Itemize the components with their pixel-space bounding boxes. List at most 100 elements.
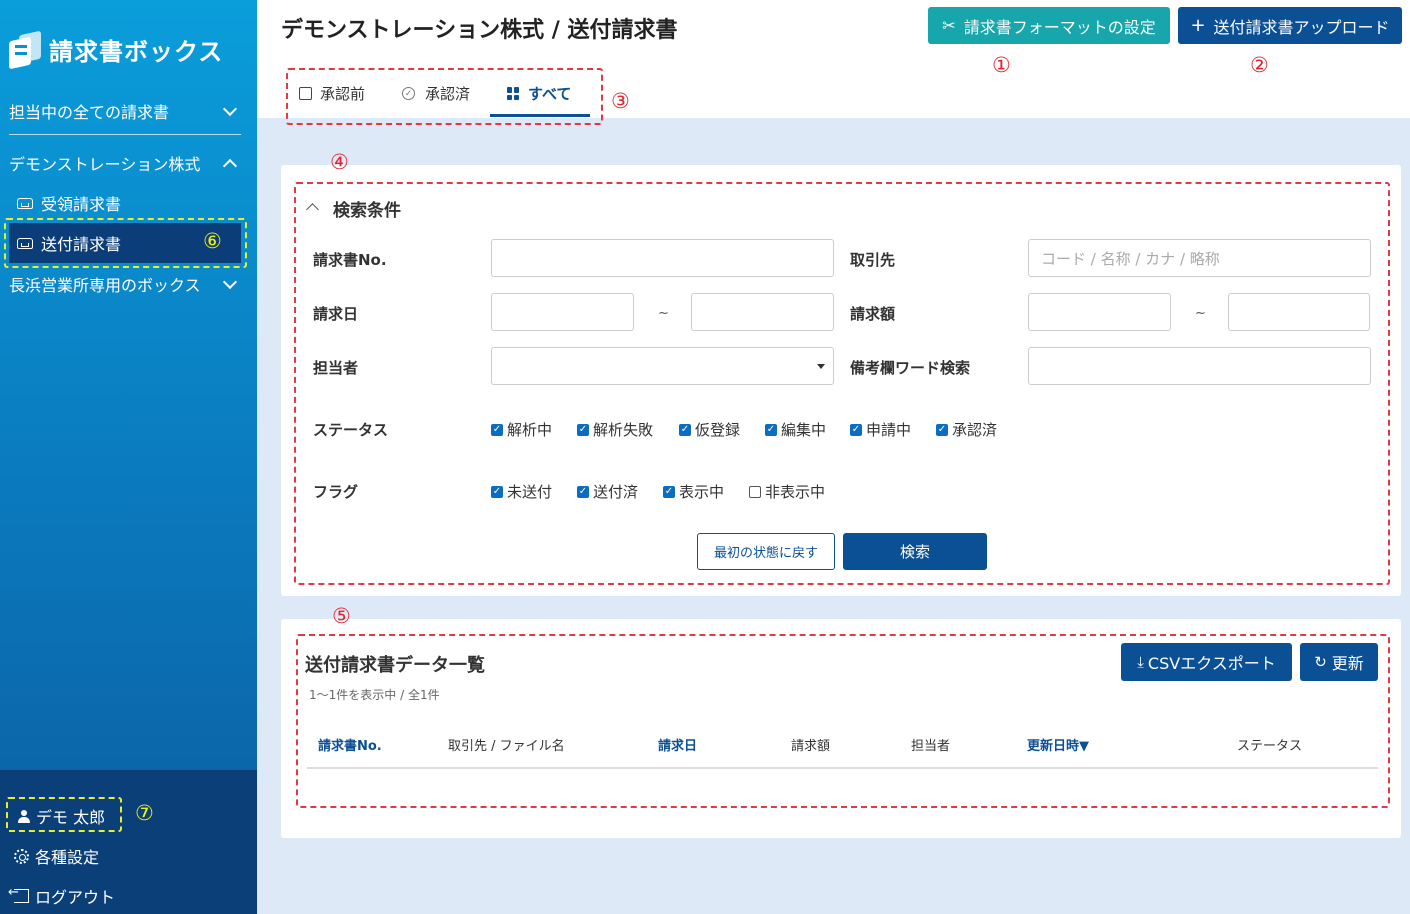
logout-icon — [8, 885, 29, 903]
nav-group-label: 担当中の全ての請求書 — [9, 103, 170, 122]
tab-all[interactable]: すべて — [507, 83, 571, 104]
logout-link[interactable]: ログアウト — [8, 884, 116, 908]
search-button[interactable]: 検索 — [843, 533, 987, 570]
tab-before-approval[interactable]: 承認前 — [299, 83, 365, 104]
nav-group-label: デモンストレーション株式 — [9, 155, 201, 174]
flag-checkbox[interactable]: ✓ 未送付 — [491, 481, 552, 502]
checkbox-label: 表示中 — [679, 483, 725, 501]
logo-icon — [9, 30, 41, 70]
invoice-date-to-input[interactable] — [691, 293, 834, 331]
status-checkbox[interactable]: ✓ 解析失敗 — [577, 419, 653, 440]
scissors-icon: ✂ — [942, 16, 956, 35]
checkbox-label: 送付済 — [593, 483, 639, 501]
flag-label: フラグ — [313, 483, 359, 501]
nav-group-demo-company[interactable]: デモンストレーション株式 — [9, 147, 241, 179]
upload-label: 送付請求書アップロード — [1213, 17, 1390, 37]
refresh-icon: ↻ — [1314, 653, 1327, 671]
tab-label: 承認済 — [425, 85, 471, 103]
annotation-5: ⑤ — [332, 604, 351, 628]
edit-icon — [299, 87, 312, 100]
status-checkbox[interactable]: ✓ 承認済 — [936, 419, 997, 440]
amount-from-input[interactable] — [1028, 293, 1171, 331]
checkbox-label: 仮登録 — [695, 421, 741, 439]
checkbox-checked-icon: ✓ — [577, 485, 589, 498]
highlight-box — [6, 797, 122, 832]
search-title: 検索条件 — [333, 201, 401, 221]
status-checkbox[interactable]: ✓ 編集中 — [765, 419, 826, 440]
gear-icon — [14, 848, 29, 864]
invoice-no-input[interactable] — [491, 239, 834, 277]
client-input[interactable]: コード / 名称 / カナ / 略称 — [1028, 239, 1371, 277]
download-icon: ⤓ — [1137, 653, 1144, 671]
amount-to-input[interactable] — [1228, 293, 1370, 331]
nav-group-all-invoices[interactable]: 担当中の全ての請求書 — [9, 95, 241, 127]
status-label: ステータス — [313, 421, 389, 439]
annotation-3: ③ — [611, 89, 630, 113]
range-separator: ~ — [658, 306, 669, 321]
annotation-6: ⑥ — [203, 229, 222, 253]
checkbox-label: 非表示中 — [765, 483, 826, 501]
checkbox-checked-icon: ✓ — [577, 423, 589, 436]
settings-label: 各種設定 — [35, 848, 100, 867]
format-settings-button[interactable]: ✂ 請求書フォーマットの設定 — [928, 7, 1170, 44]
status-checkbox[interactable]: ✓ 仮登録 — [679, 419, 740, 440]
table-header-divider — [307, 767, 1378, 769]
annotation-1: ① — [992, 53, 1011, 77]
chevron-up-icon — [222, 158, 238, 173]
checkbox-label: 申請中 — [866, 421, 912, 439]
invoice-date-label: 請求日 — [313, 305, 359, 323]
invoice-no-label: 請求書No. — [313, 251, 387, 269]
checkbox-checked-icon: ✓ — [850, 423, 862, 436]
csv-export-label: CSVエクスポート — [1147, 654, 1276, 673]
refresh-button[interactable]: ↻ 更新 — [1300, 643, 1378, 681]
flag-checkbox[interactable]: ✓ 送付済 — [577, 481, 638, 502]
sidebar: 請求書ボックス 担当中の全ての請求書 デモンストレーション株式 受領請求書 送付… — [0, 0, 257, 914]
app-logo[interactable]: 請求書ボックス — [9, 30, 223, 70]
memo-input[interactable] — [1028, 347, 1371, 385]
tab-label: 承認前 — [320, 85, 366, 103]
column-header-invoice-date[interactable]: 請求日 — [658, 735, 697, 754]
logout-label: ログアウト — [35, 888, 116, 907]
checkbox-label: 編集中 — [781, 421, 827, 439]
flag-checkbox[interactable]: 非表示中 — [749, 481, 825, 502]
column-header-assignee: 担当者 — [911, 739, 951, 754]
column-header-invoice-no[interactable]: 請求書No. — [318, 735, 382, 754]
amount-label: 請求額 — [850, 305, 896, 323]
column-header-client: 取引先 / ファイル名 — [448, 739, 565, 754]
inbox-icon — [17, 197, 33, 209]
format-settings-label: 請求書フォーマットの設定 — [963, 17, 1156, 37]
csv-export-button[interactable]: ⤓ CSVエクスポート — [1121, 643, 1292, 681]
sidebar-item-received-invoices[interactable]: 受領請求書 — [9, 183, 241, 223]
annotation-7: ⑦ — [135, 801, 154, 825]
annotation-2: ② — [1250, 53, 1269, 77]
refresh-label: 更新 — [1331, 654, 1364, 673]
tab-approved[interactable]: ✓ 承認済 — [402, 83, 470, 104]
plus-icon: + — [1190, 15, 1206, 36]
range-separator: ~ — [1195, 306, 1206, 321]
assignee-select[interactable] — [491, 347, 834, 385]
memo-label: 備考欄ワード検索 — [850, 359, 971, 377]
chevron-down-icon — [222, 274, 238, 289]
settings-link[interactable]: 各種設定 — [14, 844, 99, 868]
tab-label: すべて — [528, 85, 572, 103]
result-count: 1～1件を表示中 / 全1件 — [309, 688, 440, 702]
client-label: 取引先 — [850, 251, 896, 269]
checkbox-checked-icon: ✓ — [765, 423, 777, 436]
checkbox-label: 承認済 — [952, 421, 998, 439]
user-panel: デモ 太郎 ⑦ 各種設定 ログアウト — [0, 770, 257, 914]
upload-button[interactable]: + 送付請求書アップロード — [1178, 7, 1402, 44]
status-checkbox[interactable]: ✓ 解析中 — [491, 419, 552, 440]
column-header-updated-at[interactable]: 更新日時▼ — [1027, 735, 1089, 754]
divider — [9, 134, 241, 135]
list-title: 送付請求書データ一覧 — [305, 655, 485, 676]
invoice-date-from-input[interactable] — [491, 293, 634, 331]
flag-checkbox[interactable]: ✓ 表示中 — [663, 481, 724, 502]
status-checkbox[interactable]: ✓ 申請中 — [850, 419, 911, 440]
checkbox-label: 未送付 — [507, 483, 553, 501]
checkbox-checked-icon: ✓ — [663, 485, 675, 498]
nav-group-label: 長浜営業所専用のボックス — [9, 276, 201, 295]
nav-group-nagahama-box[interactable]: 長浜営業所専用のボックス — [9, 268, 241, 300]
active-tab-indicator — [490, 114, 590, 117]
checkbox-label: 解析中 — [507, 421, 553, 439]
reset-button[interactable]: 最初の状態に戻す — [697, 533, 835, 570]
